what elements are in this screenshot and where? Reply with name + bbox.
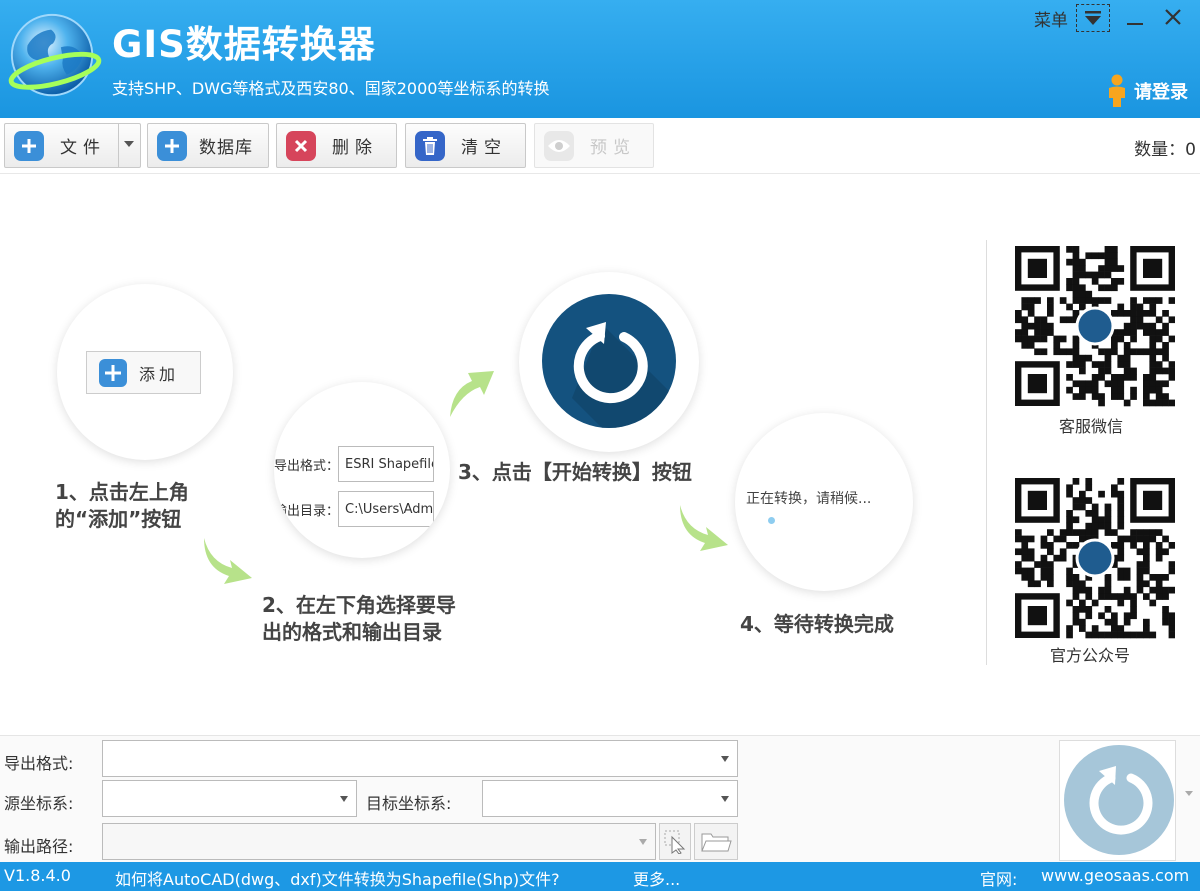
minimize-icon[interactable] [1124,6,1146,28]
user-icon [1109,74,1125,107]
globe-logo-icon [8,13,102,97]
guide-area: 添加 1、点击左上角 的“添加”按钮 导出格式： ESRI Shapefile … [0,175,1200,735]
menu-dropdown-button[interactable] [1076,4,1110,32]
divider [986,240,987,665]
folder-icon [701,833,732,851]
delete-button-label: 删除 [332,138,378,158]
clear-button-label: 清空 [461,138,507,158]
count-value: 0 [1185,140,1196,160]
version-label: V1.8.4.0 [4,866,71,885]
item-count: 数量：0 [1134,135,1196,160]
pick-path-button[interactable] [659,823,691,860]
output-dir-label: 输出目录： [274,503,340,519]
login-button[interactable]: 请登录 [1106,74,1188,108]
app-window: GIS数据转换器 支持SHP、DWG等格式及西安80、国家2000等坐标系的转换… [0,0,1200,891]
output-dir-row: 输出目录： C:\Users\Adm [274,491,434,527]
database-button[interactable]: 数据库 [147,123,269,168]
qr-code-icon [1015,246,1175,411]
step1-line2: 的“添加”按钮 [55,507,182,531]
chevron-down-icon [1085,11,1101,25]
output-path-select[interactable] [102,823,656,860]
website-link[interactable]: www.geosaas.com [1041,866,1189,885]
chevron-down-icon [639,839,647,845]
step2-line2: 出的格式和输出目录 [262,620,442,644]
add-button-label: 添加 [139,364,180,384]
preview-button[interactable]: 预览 [534,123,654,168]
source-crs-label: 源坐标系: [4,794,74,813]
help-link[interactable]: 如何将AutoCAD(dwg、dxf)文件转换为Shapefile(Shp)文件… [115,866,560,890]
browse-folder-button[interactable] [694,823,738,860]
export-format-select[interactable] [102,740,738,777]
database-button-label: 数据库 [199,138,253,158]
chevron-down-icon [721,796,729,802]
target-crs-select[interactable] [482,780,738,817]
file-button[interactable]: 文件 [4,123,141,168]
menu-label[interactable]: 菜单 [1034,6,1068,31]
toolbar: 文件 数据库 删除 清空 预览 数量：0 [0,118,1200,174]
step1-text: 1、点击左上角 的“添加”按钮 [55,479,189,533]
step2-text: 2、在左下角选择要导 出的格式和输出目录 [262,592,456,646]
refresh-icon [542,294,676,428]
close-icon[interactable] [1162,6,1184,28]
chevron-down-icon [721,756,729,762]
source-crs-select[interactable] [102,780,357,817]
chevron-down-icon [340,796,348,802]
clear-button[interactable]: 清空 [405,123,526,168]
arrow-icon [680,505,728,551]
plus-icon [14,130,44,161]
output-path-label: 输出路径: [4,837,74,856]
arrow-icon [204,538,252,584]
add-button-illustration: 添加 [86,351,201,394]
cursor-pick-icon [664,830,686,854]
step1-line1: 1、点击左上角 [55,480,189,504]
progress-text: 正在转换，请稍候... [746,491,872,507]
step3-illustration [519,272,699,452]
preview-button-label: 预览 [590,138,636,158]
trash-icon [415,130,445,161]
login-label: 请登录 [1134,82,1188,103]
start-button-panel [1059,740,1176,861]
step3-text: 3、点击【开始转换】按钮 [458,460,692,484]
eye-icon [544,130,574,161]
chevron-down-icon [1185,791,1193,796]
website-label: 官网: [980,870,1018,889]
app-title: GIS数据转换器 [112,23,376,66]
output-dir-value: C:\Users\Adm [338,491,434,527]
step4-illustration: 正在转换，请稍候... [735,413,913,591]
qr-code-icon [1015,478,1175,643]
dropdown-separator [118,124,119,167]
step2-illustration: 导出格式： ESRI Shapefile 输出目录： C:\Users\Adm [274,382,450,558]
export-format-label: 导出格式： [274,458,340,474]
file-dropdown-arrow-icon[interactable] [124,141,134,147]
title-bar: GIS数据转换器 支持SHP、DWG等格式及西安80、国家2000等坐标系的转换… [0,0,1200,118]
plus-icon [157,130,187,161]
more-link[interactable]: 更多... [633,866,680,890]
target-crs-label: 目标坐标系: [366,794,452,813]
app-subtitle: 支持SHP、DWG等格式及西安80、国家2000等坐标系的转换 [112,79,550,98]
start-conversion-button[interactable] [1064,745,1174,855]
status-bar: V1.8.4.0 如何将AutoCAD(dwg、dxf)文件转换为Shapefi… [0,862,1200,891]
arrow-icon [450,371,494,417]
export-format-label: 导出格式: [4,754,74,773]
panel-scroll-arrow[interactable] [1180,740,1198,861]
plus-icon [99,358,127,387]
delete-x-icon [286,130,316,161]
loading-dot [768,517,775,524]
settings-panel: 导出格式: 源坐标系: 目标坐标系: 输出路径: [0,735,1200,862]
refresh-icon [1089,766,1153,835]
step2-line1: 2、在左下角选择要导 [262,593,456,617]
delete-button[interactable]: 删除 [276,123,397,168]
export-format-value: ESRI Shapefile [338,446,434,482]
wechat-qr-label: 客服微信 [1059,417,1124,436]
export-format-row: 导出格式： ESRI Shapefile [274,446,434,482]
step1-illustration: 添加 [57,284,233,460]
count-label: 数量： [1134,140,1186,160]
official-account-qr-label: 官方公众号 [1050,646,1131,665]
file-button-label: 文件 [60,138,106,158]
step4-text: 4、等待转换完成 [740,612,894,636]
